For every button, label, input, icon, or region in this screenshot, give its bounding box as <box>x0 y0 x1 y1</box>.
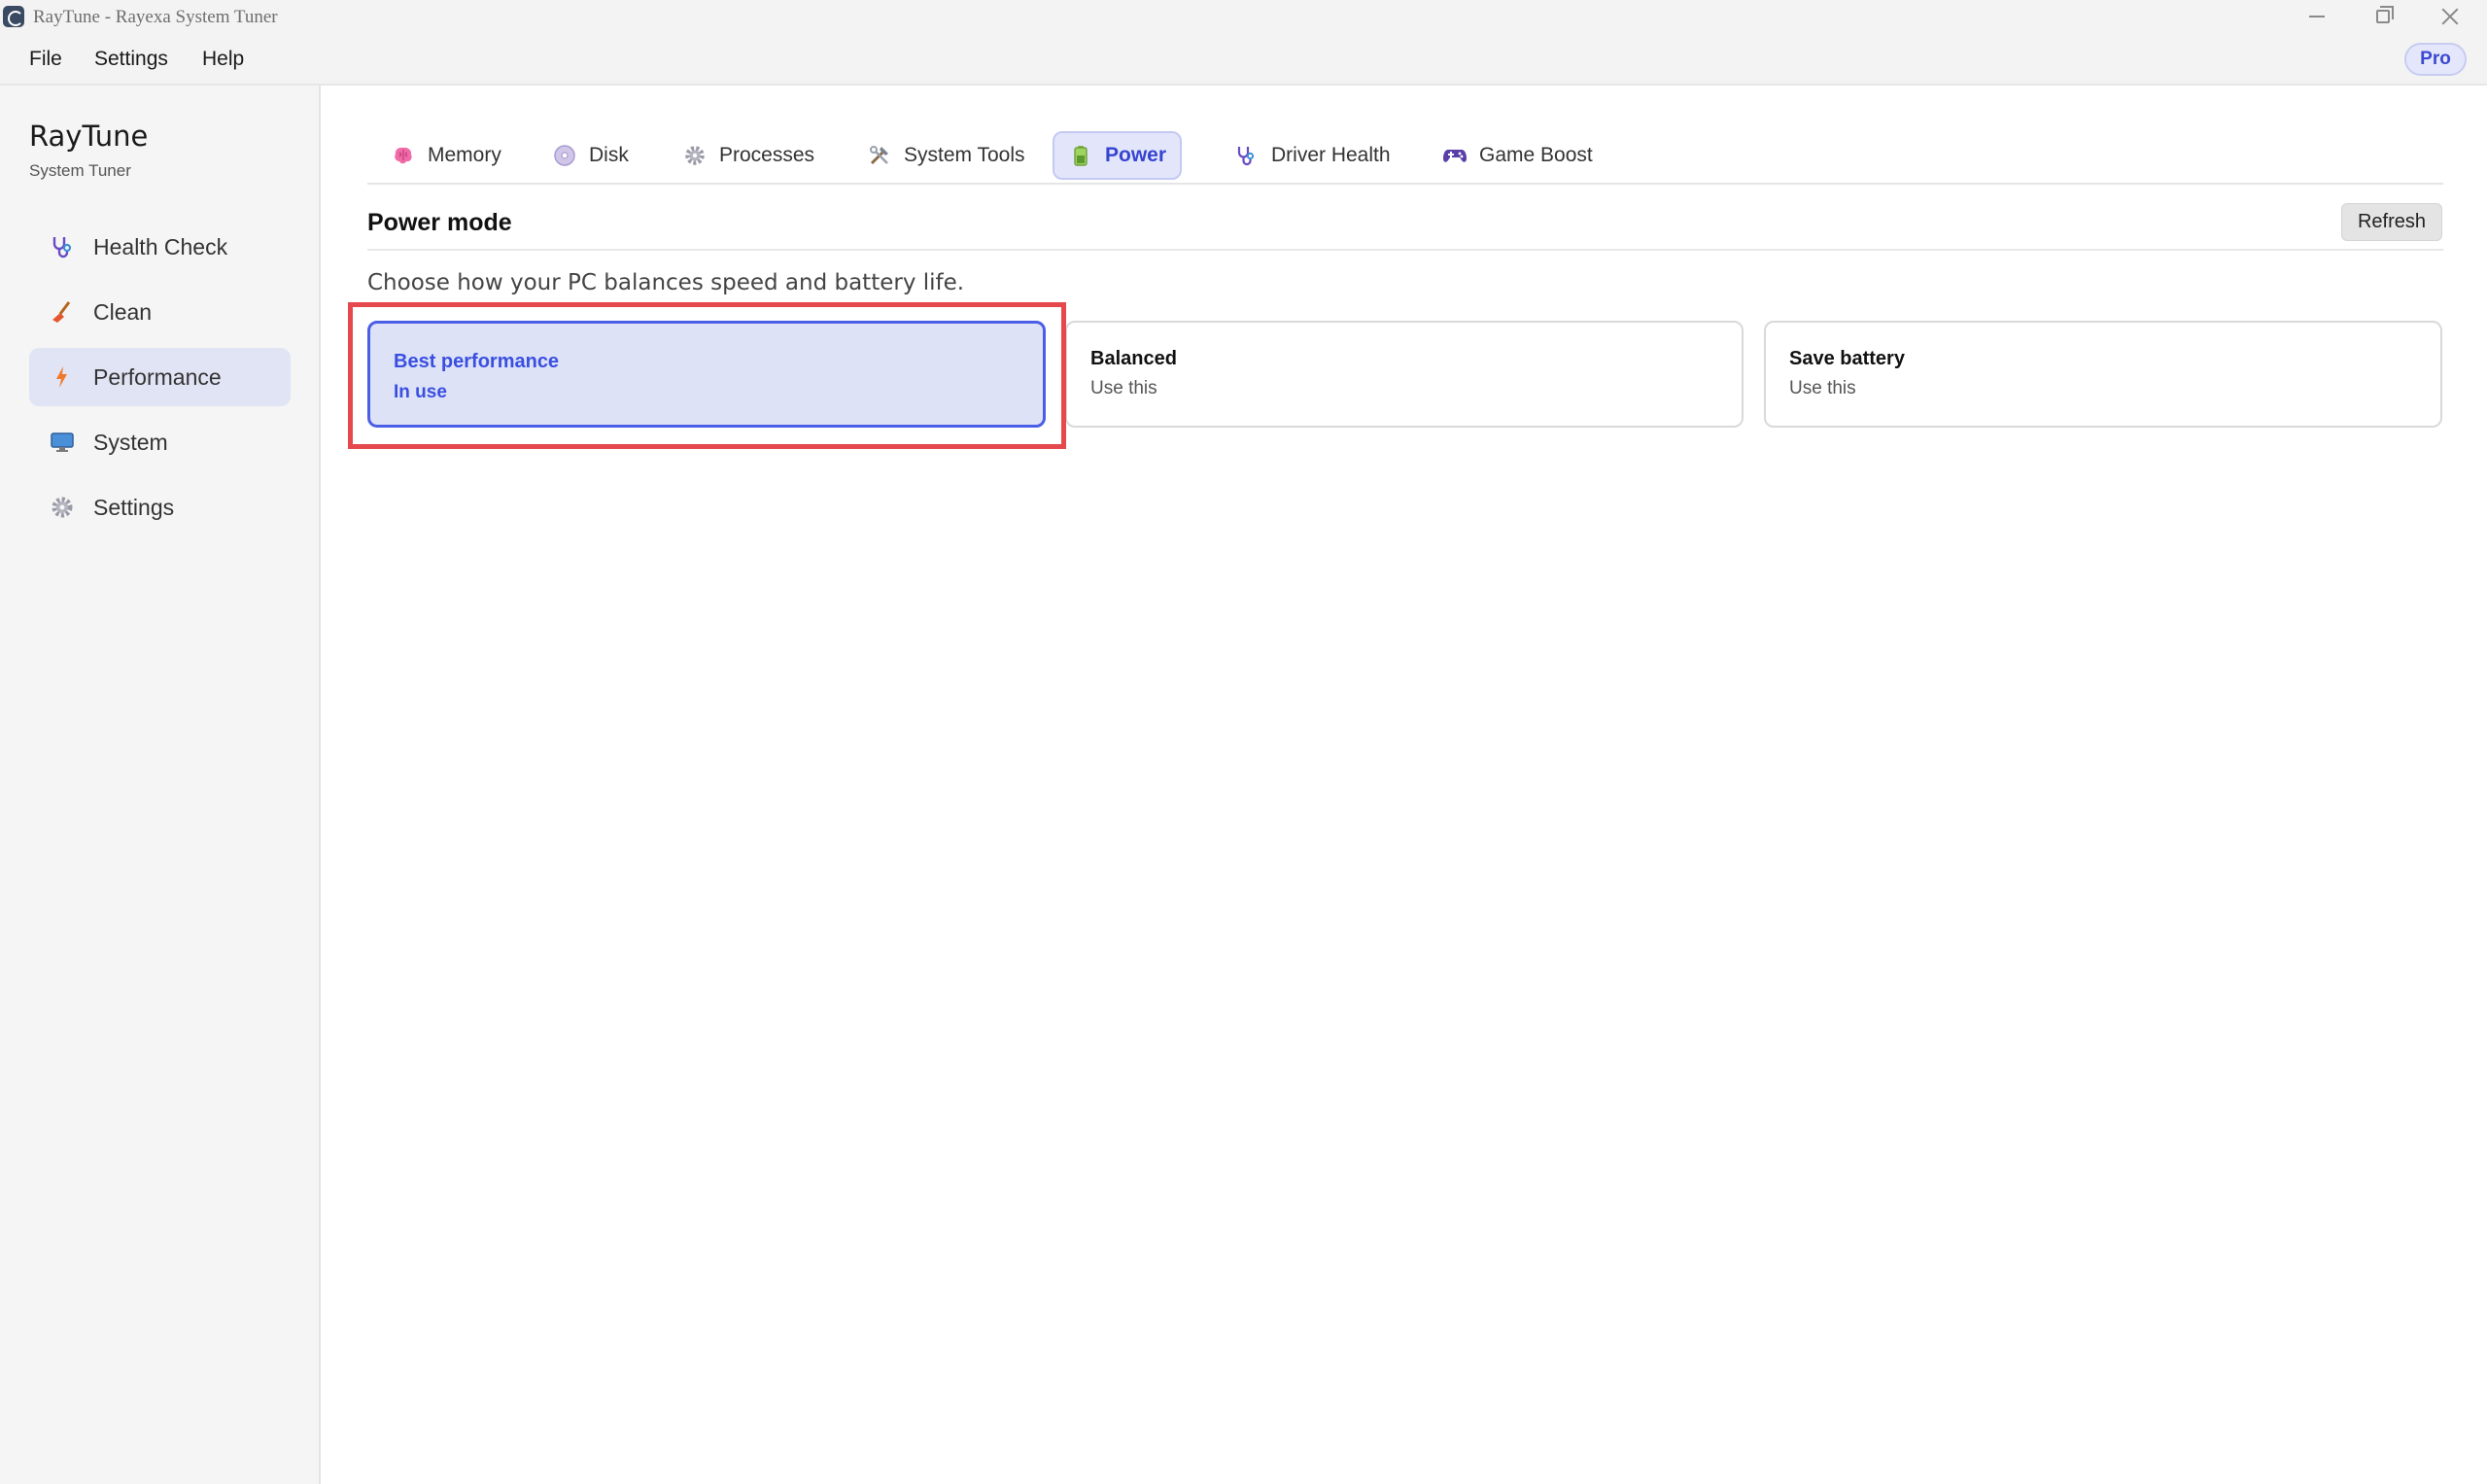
menu-file[interactable]: File <box>29 48 62 71</box>
card-title: Balanced <box>1090 348 1177 369</box>
tab-memory[interactable]: Memory <box>377 131 515 180</box>
window-title: RayTune - Rayexa System Tuner <box>33 7 278 27</box>
sidebar-item-label: Health Check <box>93 233 228 259</box>
tab-label: Disk <box>589 144 629 166</box>
card-status: In use <box>394 382 447 402</box>
brand-subtitle: System Tuner <box>29 161 131 180</box>
restore-icon <box>2376 6 2394 23</box>
page-title: Power mode <box>367 209 512 236</box>
refresh-button[interactable]: Refresh <box>2341 203 2442 241</box>
tab-label: Power <box>1105 144 1167 166</box>
tab-label: Game Boost <box>1479 144 1593 166</box>
title-bar: RayTune - Rayexa System Tuner <box>0 0 2487 33</box>
minimize-icon <box>2309 16 2325 17</box>
app-logo-icon <box>3 6 24 27</box>
sidebar: RayTune System Tuner Health Check Clean … <box>0 86 321 1484</box>
sidebar-item-system[interactable]: System <box>29 413 291 471</box>
power-mode-card-balanced[interactable]: Balanced Use this <box>1065 321 1744 428</box>
power-mode-card-best-performance[interactable]: Best performance In use <box>367 321 1046 428</box>
tools-icon <box>867 143 892 168</box>
disc-icon <box>552 143 577 168</box>
tab-game-boost[interactable]: Game Boost <box>1429 131 1606 180</box>
sidebar-item-health-check[interactable]: Health Check <box>29 218 291 276</box>
brand-name: RayTune <box>29 120 149 153</box>
card-status: Use this <box>1789 378 1856 398</box>
tab-label: Memory <box>428 144 501 166</box>
stethoscope-icon <box>1234 143 1260 168</box>
monitor-icon <box>49 429 76 456</box>
close-icon <box>2440 7 2460 26</box>
tab-bar: Memory Disk Processes System Tools Power… <box>367 128 2443 185</box>
menu-help[interactable]: Help <box>202 48 244 71</box>
battery-icon <box>1068 143 1093 168</box>
sidebar-item-label: System <box>93 429 168 455</box>
maximize-button[interactable] <box>2350 0 2416 33</box>
lightning-icon <box>49 363 76 391</box>
sidebar-item-label: Performance <box>93 363 222 390</box>
sidebar-item-label: Clean <box>93 298 153 325</box>
menu-bar: File Settings Help Pro <box>0 33 2487 86</box>
tab-driver-health[interactable]: Driver Health <box>1221 131 1404 180</box>
gear-icon <box>49 494 76 521</box>
tab-label: System Tools <box>904 144 1025 166</box>
gear-icon <box>682 143 708 168</box>
power-mode-card-save-battery[interactable]: Save battery Use this <box>1764 321 2442 428</box>
card-title: Best performance <box>394 351 560 372</box>
brain-icon <box>391 143 416 168</box>
tab-label: Processes <box>719 144 815 166</box>
divider <box>367 249 2443 251</box>
minimize-button[interactable] <box>2284 0 2350 33</box>
sidebar-item-settings[interactable]: Settings <box>29 478 291 536</box>
card-title: Save battery <box>1789 348 1905 369</box>
pro-badge[interactable]: Pro <box>2404 43 2467 76</box>
stethoscope-icon <box>49 233 76 260</box>
sidebar-item-performance[interactable]: Performance <box>29 348 291 406</box>
tab-label: Driver Health <box>1271 144 1391 166</box>
sidebar-item-label: Settings <box>93 494 175 520</box>
tab-disk[interactable]: Disk <box>538 131 642 180</box>
gamepad-icon <box>1442 143 1468 168</box>
sidebar-item-clean[interactable]: Clean <box>29 283 291 341</box>
tab-system-tools[interactable]: System Tools <box>853 131 1039 180</box>
menu-settings[interactable]: Settings <box>94 48 168 71</box>
broom-icon <box>49 298 76 326</box>
close-button[interactable] <box>2417 0 2483 33</box>
section-description: Choose how your PC balances speed and ba… <box>367 270 965 295</box>
card-status: Use this <box>1090 378 1157 398</box>
tab-processes[interactable]: Processes <box>669 131 828 180</box>
tab-power[interactable]: Power <box>1053 131 1183 180</box>
